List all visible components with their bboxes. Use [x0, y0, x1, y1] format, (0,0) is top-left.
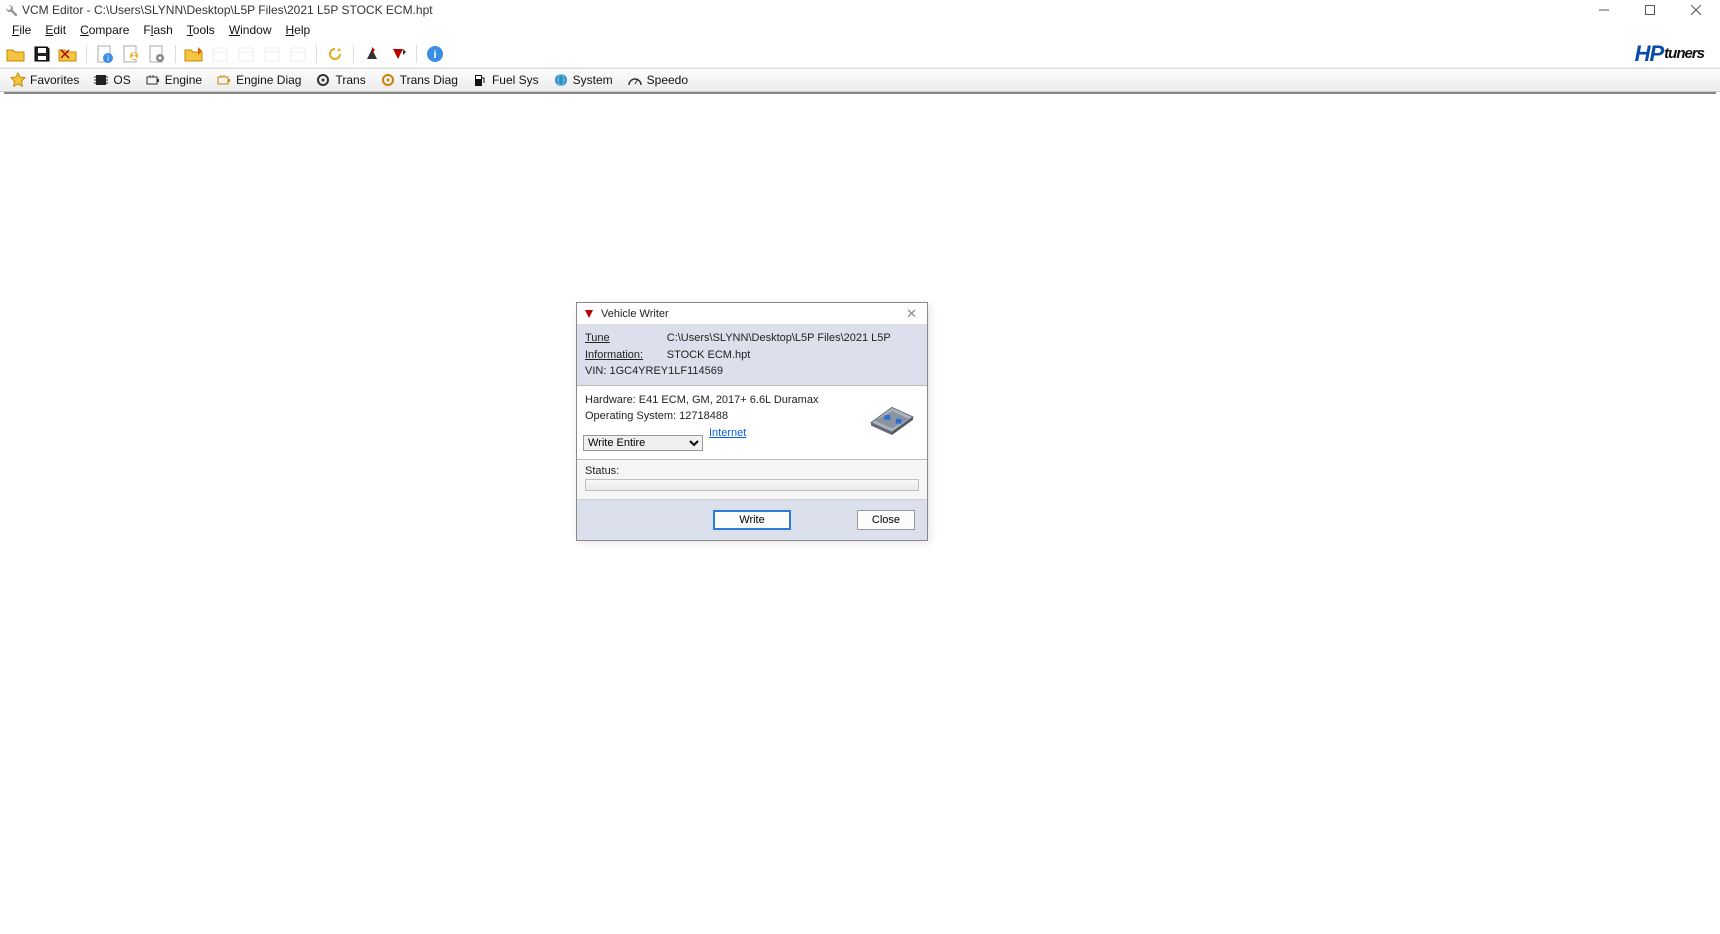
maximize-button[interactable]	[1636, 1, 1664, 19]
menu-edit[interactable]: Edit	[45, 23, 66, 37]
engine-icon	[145, 72, 161, 88]
document-info-icon[interactable]: i	[95, 44, 115, 64]
separator	[86, 45, 87, 63]
vin-label: VIN: 1GC4YREY1LF114569	[585, 363, 919, 380]
close-file-icon[interactable]	[58, 44, 78, 64]
tab-engine-diag[interactable]: Engine Diag	[216, 72, 301, 88]
tune-info-label: Tune Information:	[585, 330, 655, 363]
category-bar: Favorites OS Engine Engine Diag Trans Tr…	[0, 68, 1720, 92]
tune-info-path: C:\Users\SLYNN\Desktop\L5P Files\2021 L5…	[667, 330, 919, 363]
status-label: Status:	[585, 465, 919, 477]
save-icon[interactable]	[32, 44, 52, 64]
tab-trans-label: Trans	[335, 73, 365, 87]
tab-os[interactable]: OS	[93, 72, 130, 88]
separator	[316, 45, 317, 63]
gear-diag-icon	[380, 72, 396, 88]
chip-icon	[93, 72, 109, 88]
window-titlebar: VCM Editor - C:\Users\SLYNN\Desktop\L5P …	[0, 0, 1720, 20]
write-mode-select[interactable]: Write Entire	[583, 435, 703, 451]
document-gear-icon[interactable]	[147, 44, 167, 64]
minimize-button[interactable]	[1590, 1, 1618, 19]
tab-engine-label: Engine	[165, 73, 202, 87]
status-section: Status:	[577, 460, 927, 500]
tab-speedo-label: Speedo	[647, 73, 688, 87]
calendar-icon-1	[210, 44, 230, 64]
menu-compare[interactable]: Compare	[80, 23, 129, 37]
hptuners-logo: HPtuners	[1635, 41, 1704, 67]
tab-trans-diag-label: Trans Diag	[400, 73, 458, 87]
open-icon[interactable]	[6, 44, 26, 64]
fuel-icon	[472, 72, 488, 88]
internet-link[interactable]: Internet	[709, 427, 746, 439]
tab-speedo[interactable]: Speedo	[627, 72, 688, 88]
tab-trans[interactable]: Trans	[315, 72, 365, 88]
tab-engine-diag-label: Engine Diag	[236, 73, 301, 87]
vehicle-writer-dialog: Vehicle Writer ✕ Tune Information: C:\Us…	[576, 302, 928, 541]
read-vehicle-icon[interactable]	[362, 44, 382, 64]
menu-window[interactable]: Window	[229, 23, 272, 37]
menu-bar: File Edit Compare Flash Tools Window Hel…	[0, 20, 1720, 40]
menu-flash[interactable]: Flash	[143, 23, 172, 37]
close-window-button[interactable]	[1682, 1, 1710, 19]
compare-open-icon[interactable]	[184, 44, 204, 64]
menu-tools[interactable]: Tools	[187, 23, 215, 37]
tune-information-section: Tune Information: C:\Users\SLYNN\Desktop…	[577, 325, 927, 386]
tab-trans-diag[interactable]: Trans Diag	[380, 72, 458, 88]
star-icon	[10, 72, 26, 88]
tab-fuel-label: Fuel Sys	[492, 73, 539, 87]
close-button[interactable]: Close	[857, 510, 915, 530]
tab-favorites[interactable]: Favorites	[10, 72, 79, 88]
svg-text:i: i	[107, 54, 109, 63]
svg-text:i: i	[433, 49, 436, 61]
progress-bar	[585, 479, 919, 491]
dialog-close-icon[interactable]: ✕	[902, 306, 921, 322]
tab-system[interactable]: System	[553, 72, 613, 88]
dialog-title-left: Vehicle Writer	[583, 308, 669, 320]
dialog-footer: Write Close	[577, 500, 927, 540]
gear-icon	[315, 72, 331, 88]
refresh-icon[interactable]	[325, 44, 345, 64]
window-title-left: VCM Editor - C:\Users\SLYNN\Desktop\L5P …	[4, 3, 433, 17]
write-button[interactable]: Write	[713, 510, 790, 530]
tab-favorites-label: Favorites	[30, 73, 79, 87]
menu-file[interactable]: File	[12, 23, 31, 37]
tab-system-label: System	[573, 73, 613, 87]
calendar-icon-2	[236, 44, 256, 64]
logo-tuners: tuners	[1664, 45, 1704, 62]
document-user-icon[interactable]	[121, 44, 141, 64]
separator	[175, 45, 176, 63]
logo-hp: HP	[1635, 41, 1664, 67]
toolbar: i i HPtuners	[0, 40, 1720, 68]
globe-icon	[553, 72, 569, 88]
hardware-section: Hardware: E41 ECM, GM, 2017+ 6.6L Durama…	[577, 386, 927, 461]
separator	[416, 45, 417, 63]
tab-fuel-sys[interactable]: Fuel Sys	[472, 72, 539, 88]
calendar-icon-4	[288, 44, 308, 64]
calendar-icon-3	[262, 44, 282, 64]
dialog-titlebar: Vehicle Writer ✕	[577, 303, 927, 325]
menu-help[interactable]: Help	[286, 23, 311, 37]
dialog-title-text: Vehicle Writer	[601, 308, 669, 320]
window-title-text: VCM Editor - C:\Users\SLYNN\Desktop\L5P …	[22, 3, 433, 17]
ecm-image	[863, 394, 921, 436]
write-vehicle-icon	[583, 308, 595, 320]
write-vehicle-icon[interactable]	[388, 44, 408, 64]
window-controls	[1590, 1, 1710, 19]
tune-info-row: Tune Information: C:\Users\SLYNN\Desktop…	[585, 330, 919, 363]
app-icon	[4, 3, 18, 17]
speedo-icon	[627, 72, 643, 88]
info-icon[interactable]: i	[425, 44, 445, 64]
tab-engine[interactable]: Engine	[145, 72, 202, 88]
tab-os-label: OS	[113, 73, 130, 87]
separator	[353, 45, 354, 63]
engine-diag-icon	[216, 72, 232, 88]
